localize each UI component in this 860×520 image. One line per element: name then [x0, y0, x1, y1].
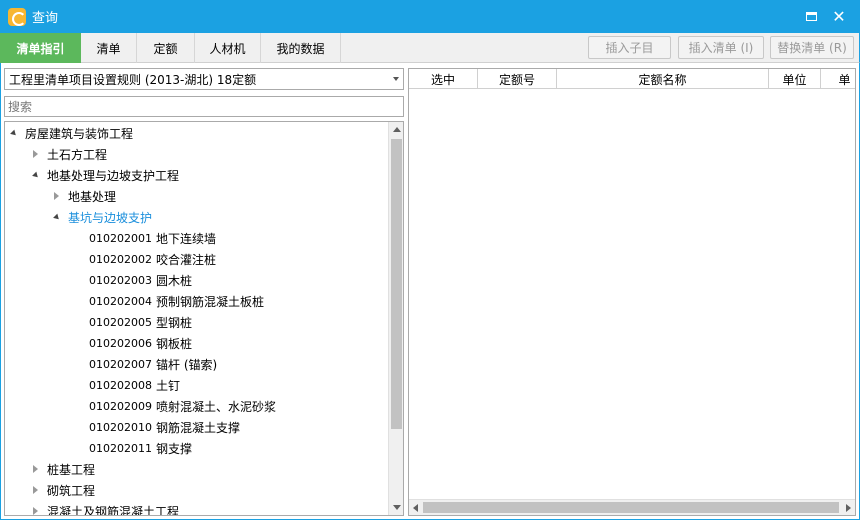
close-icon: ✕ [832, 6, 846, 26]
tree-leaf[interactable]: 010202010 钢筋混凝土支撑 [89, 417, 240, 437]
list-name: 圆木桩 [156, 273, 193, 288]
collapsed-arrow-icon [54, 192, 59, 200]
title-bar: 查询 ✕ [0, 0, 860, 33]
tab-bar: 清单指引 清单 定额 人材机 我的数据 插入子目 插入清单 (I) 替换清单 (… [0, 33, 860, 63]
tree-leaf[interactable]: 010202004 预制钢筋混凝土板桩 [89, 291, 264, 311]
spec-select-value: 工程里清单项目设置规则 (2013-湖北) 18定额 [9, 72, 257, 87]
tree-leaf[interactable]: 010202002 咬合灌注桩 [89, 249, 216, 269]
app-logo-icon [8, 7, 26, 26]
grid-header: 选中 定额号 定额名称 单位 单 [409, 69, 855, 89]
collapsed-arrow-icon [33, 150, 38, 158]
expanded-arrow-icon [53, 213, 61, 221]
tree-leaf[interactable]: 010202006 钢板桩 [89, 333, 192, 353]
list-name: 钢板桩 [156, 336, 193, 351]
grid-horizontal-scrollbar[interactable] [409, 499, 855, 515]
expanded-arrow-icon [10, 129, 18, 137]
list-code: 010202007 [89, 357, 152, 371]
search-input[interactable] [4, 96, 404, 117]
scroll-thumb[interactable] [391, 139, 402, 429]
tree-leaf[interactable]: 010202011 钢支撑 [89, 438, 192, 458]
tree-node[interactable]: 地基处理 [54, 186, 116, 206]
list-name: 喷射混凝土、水泥砂浆 [156, 399, 277, 414]
list-code: 010202010 [89, 420, 152, 434]
scroll-up-icon[interactable] [393, 127, 401, 132]
tree-node[interactable]: 土石方工程 [33, 144, 107, 164]
maximize-button[interactable] [800, 6, 822, 26]
tree-node[interactable]: 混凝土及钢筋混凝土工程 [33, 501, 179, 515]
list-name: 土钉 [156, 378, 181, 393]
list-code: 010202004 [89, 294, 152, 308]
list-code: 010202008 [89, 378, 152, 392]
list-name: 型钢桩 [156, 315, 193, 330]
tree-leaf[interactable]: 010202008 土钉 [89, 375, 180, 395]
column-header-selected[interactable]: 选中 [409, 69, 478, 89]
scroll-right-icon[interactable] [846, 504, 851, 512]
list-name: 钢筋混凝土支撑 [156, 420, 241, 435]
column-header-norm-name[interactable]: 定额名称 [557, 69, 769, 89]
list-code: 010202009 [89, 399, 152, 413]
spec-select[interactable]: 工程里清单项目设置规则 (2013-湖北) 18定额 [4, 68, 404, 90]
tree-node[interactable]: 桩基工程 [33, 459, 95, 479]
list-code: 010202005 [89, 315, 152, 329]
chevron-down-icon [393, 77, 399, 81]
insert-list-button[interactable]: 插入清单 (I) [678, 36, 764, 59]
tree-leaf[interactable]: 010202007 锚杆 (锚索) [89, 354, 217, 374]
column-header-unit[interactable]: 单位 [769, 69, 821, 89]
list-code: 010202011 [89, 441, 152, 455]
collapsed-arrow-icon [33, 507, 38, 515]
list-name: 咬合灌注桩 [156, 252, 217, 267]
collapsed-arrow-icon [33, 486, 38, 494]
tree-node-selected[interactable]: 基坑与边坡支护 [53, 207, 152, 227]
list-name: 预制钢筋混凝土板桩 [156, 294, 265, 309]
collapsed-arrow-icon [33, 465, 38, 473]
tree-node[interactable]: 地基处理与边坡支护工程 [32, 165, 179, 185]
tree-vertical-scrollbar[interactable] [388, 122, 403, 515]
tree-leaf[interactable]: 010202003 圆木桩 [89, 270, 192, 290]
list-code: 010202002 [89, 252, 152, 266]
tree-node[interactable]: 砌筑工程 [33, 480, 95, 500]
replace-list-button[interactable]: 替换清单 (R) [770, 36, 854, 59]
tree-leaf[interactable]: 010202001 地下连续墙 [89, 228, 216, 248]
tab-my-data[interactable]: 我的数据 [261, 33, 341, 63]
scroll-down-icon[interactable] [393, 505, 401, 510]
insert-sub-button[interactable]: 插入子目 [588, 36, 671, 59]
tab-norm[interactable]: 定额 [137, 33, 195, 63]
column-header-norm-code[interactable]: 定额号 [478, 69, 557, 89]
list-name: 钢支撑 [156, 441, 193, 456]
tab-labor-material-machine[interactable]: 人材机 [195, 33, 261, 63]
scroll-thumb[interactable] [423, 502, 839, 513]
column-header-truncated[interactable]: 单 [821, 69, 855, 89]
scroll-left-icon[interactable] [413, 504, 418, 512]
list-name: 地下连续墙 [156, 231, 217, 246]
window-title: 查询 [32, 11, 59, 26]
tree-leaf[interactable]: 010202005 型钢桩 [89, 312, 192, 332]
tree-leaf[interactable]: 010202009 喷射混凝土、水泥砂浆 [89, 396, 276, 416]
norm-grid: 选中 定额号 定额名称 单位 单 [408, 68, 856, 516]
close-button[interactable]: ✕ [828, 6, 850, 26]
expanded-arrow-icon [32, 171, 40, 179]
list-code: 010202003 [89, 273, 152, 287]
list-name: 锚杆 (锚索) [156, 357, 218, 372]
list-code: 010202001 [89, 231, 152, 245]
maximize-icon [805, 11, 817, 21]
tree-node[interactable]: 房屋建筑与装饰工程 [10, 123, 133, 143]
tab-list[interactable]: 清单 [81, 33, 137, 63]
tab-list-guide[interactable]: 清单指引 [0, 33, 81, 63]
list-tree: 房屋建筑与装饰工程 土石方工程 地基处理与边坡支护工程 地基处理 基坑与边坡支护… [4, 121, 404, 516]
list-code: 010202006 [89, 336, 152, 350]
